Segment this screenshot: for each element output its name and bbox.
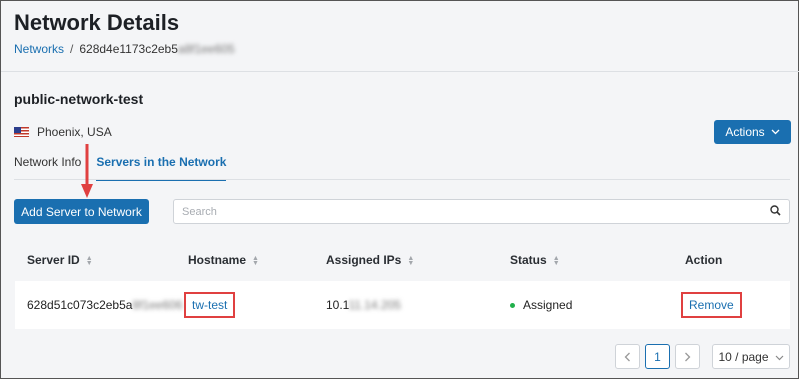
status-dot-icon bbox=[510, 303, 515, 309]
page-title: Network Details bbox=[14, 10, 180, 35]
actions-button-label: Actions bbox=[725, 125, 765, 139]
network-name: public-network-test bbox=[14, 91, 144, 107]
actions-button[interactable]: Actions bbox=[714, 120, 791, 144]
breadcrumb: Networks / 628d4e1173c2eb5 a8f1ee605 bbox=[14, 42, 235, 56]
tab-bar: Network Info Servers in the Network bbox=[14, 155, 241, 181]
network-location: Phoenix, USA bbox=[14, 125, 112, 139]
search-input[interactable] bbox=[182, 205, 742, 218]
red-arrow-annotation bbox=[81, 144, 93, 198]
search-icon[interactable] bbox=[770, 204, 781, 219]
tabs-divider bbox=[14, 179, 790, 180]
sort-icon[interactable]: ▲ ▼ bbox=[252, 255, 259, 267]
table-header: Server ID ▲ ▼ Hostname ▲ ▼ Assigned IPs ▲ ▼ St… bbox=[15, 239, 790, 281]
breadcrumb-separator: / bbox=[70, 42, 74, 56]
chevron-left-icon[interactable] bbox=[615, 344, 640, 369]
header-divider bbox=[1, 71, 799, 72]
add-server-button[interactable]: Add Server to Network bbox=[14, 199, 149, 224]
servers-table: Server ID ▲ ▼ Hostname ▲ ▼ Assigned IPs ▲ ▼ St… bbox=[15, 239, 790, 329]
column-server-id[interactable]: Server ID ▲ ▼ bbox=[15, 253, 188, 267]
page-size-select[interactable]: 10 / page bbox=[712, 344, 790, 369]
breadcrumb-networks-link[interactable]: Networks bbox=[14, 42, 64, 56]
tab-servers-in-network[interactable]: Servers in the Network bbox=[96, 155, 227, 181]
ip-redacted: 11.14.205 bbox=[348, 298, 401, 312]
status-label: Assigned bbox=[523, 298, 573, 312]
column-hostname[interactable]: Hostname ▲ ▼ bbox=[188, 253, 326, 267]
table-row: 628d51c073c2eb5a8f1ee606 tw-test 10.111.… bbox=[15, 281, 790, 329]
chevron-right-icon[interactable] bbox=[675, 344, 700, 369]
remove-link[interactable]: Remove bbox=[681, 292, 742, 318]
breadcrumb-current: 628d4e1173c2eb5 bbox=[79, 42, 178, 56]
assigned-ips-cell: 10.111.14.205 bbox=[326, 298, 401, 312]
hostname-link[interactable]: tw-test bbox=[183, 292, 236, 318]
sort-icon[interactable]: ▲ ▼ bbox=[553, 255, 560, 267]
column-assigned-ips[interactable]: Assigned IPs ▲ ▼ bbox=[326, 253, 498, 267]
chevron-down-icon bbox=[775, 350, 784, 364]
sort-icon[interactable]: ▲ ▼ bbox=[407, 255, 414, 267]
column-action: Action bbox=[685, 253, 723, 267]
sort-icon[interactable]: ▲ ▼ bbox=[86, 255, 93, 267]
us-flag-icon bbox=[14, 127, 29, 137]
tab-network-info[interactable]: Network Info bbox=[14, 155, 81, 181]
chevron-down-icon bbox=[771, 127, 780, 137]
action-cell: Remove bbox=[673, 292, 790, 318]
server-id-redacted: 8f1ee606 bbox=[132, 298, 183, 312]
pagination: 1 bbox=[615, 344, 700, 369]
location-label: Phoenix, USA bbox=[37, 125, 112, 139]
page-size-value: 10 / page bbox=[718, 349, 769, 364]
hostname-cell: tw-test bbox=[183, 292, 326, 318]
breadcrumb-current-redacted: a8f1ee605 bbox=[177, 42, 235, 56]
status-cell: Assigned bbox=[498, 298, 673, 312]
page-1-button[interactable]: 1 bbox=[645, 344, 670, 369]
search-box[interactable] bbox=[173, 199, 790, 224]
server-id-cell: 628d51c073c2eb5a8f1ee606 bbox=[27, 298, 183, 312]
column-status[interactable]: Status ▲ ▼ bbox=[498, 253, 673, 267]
